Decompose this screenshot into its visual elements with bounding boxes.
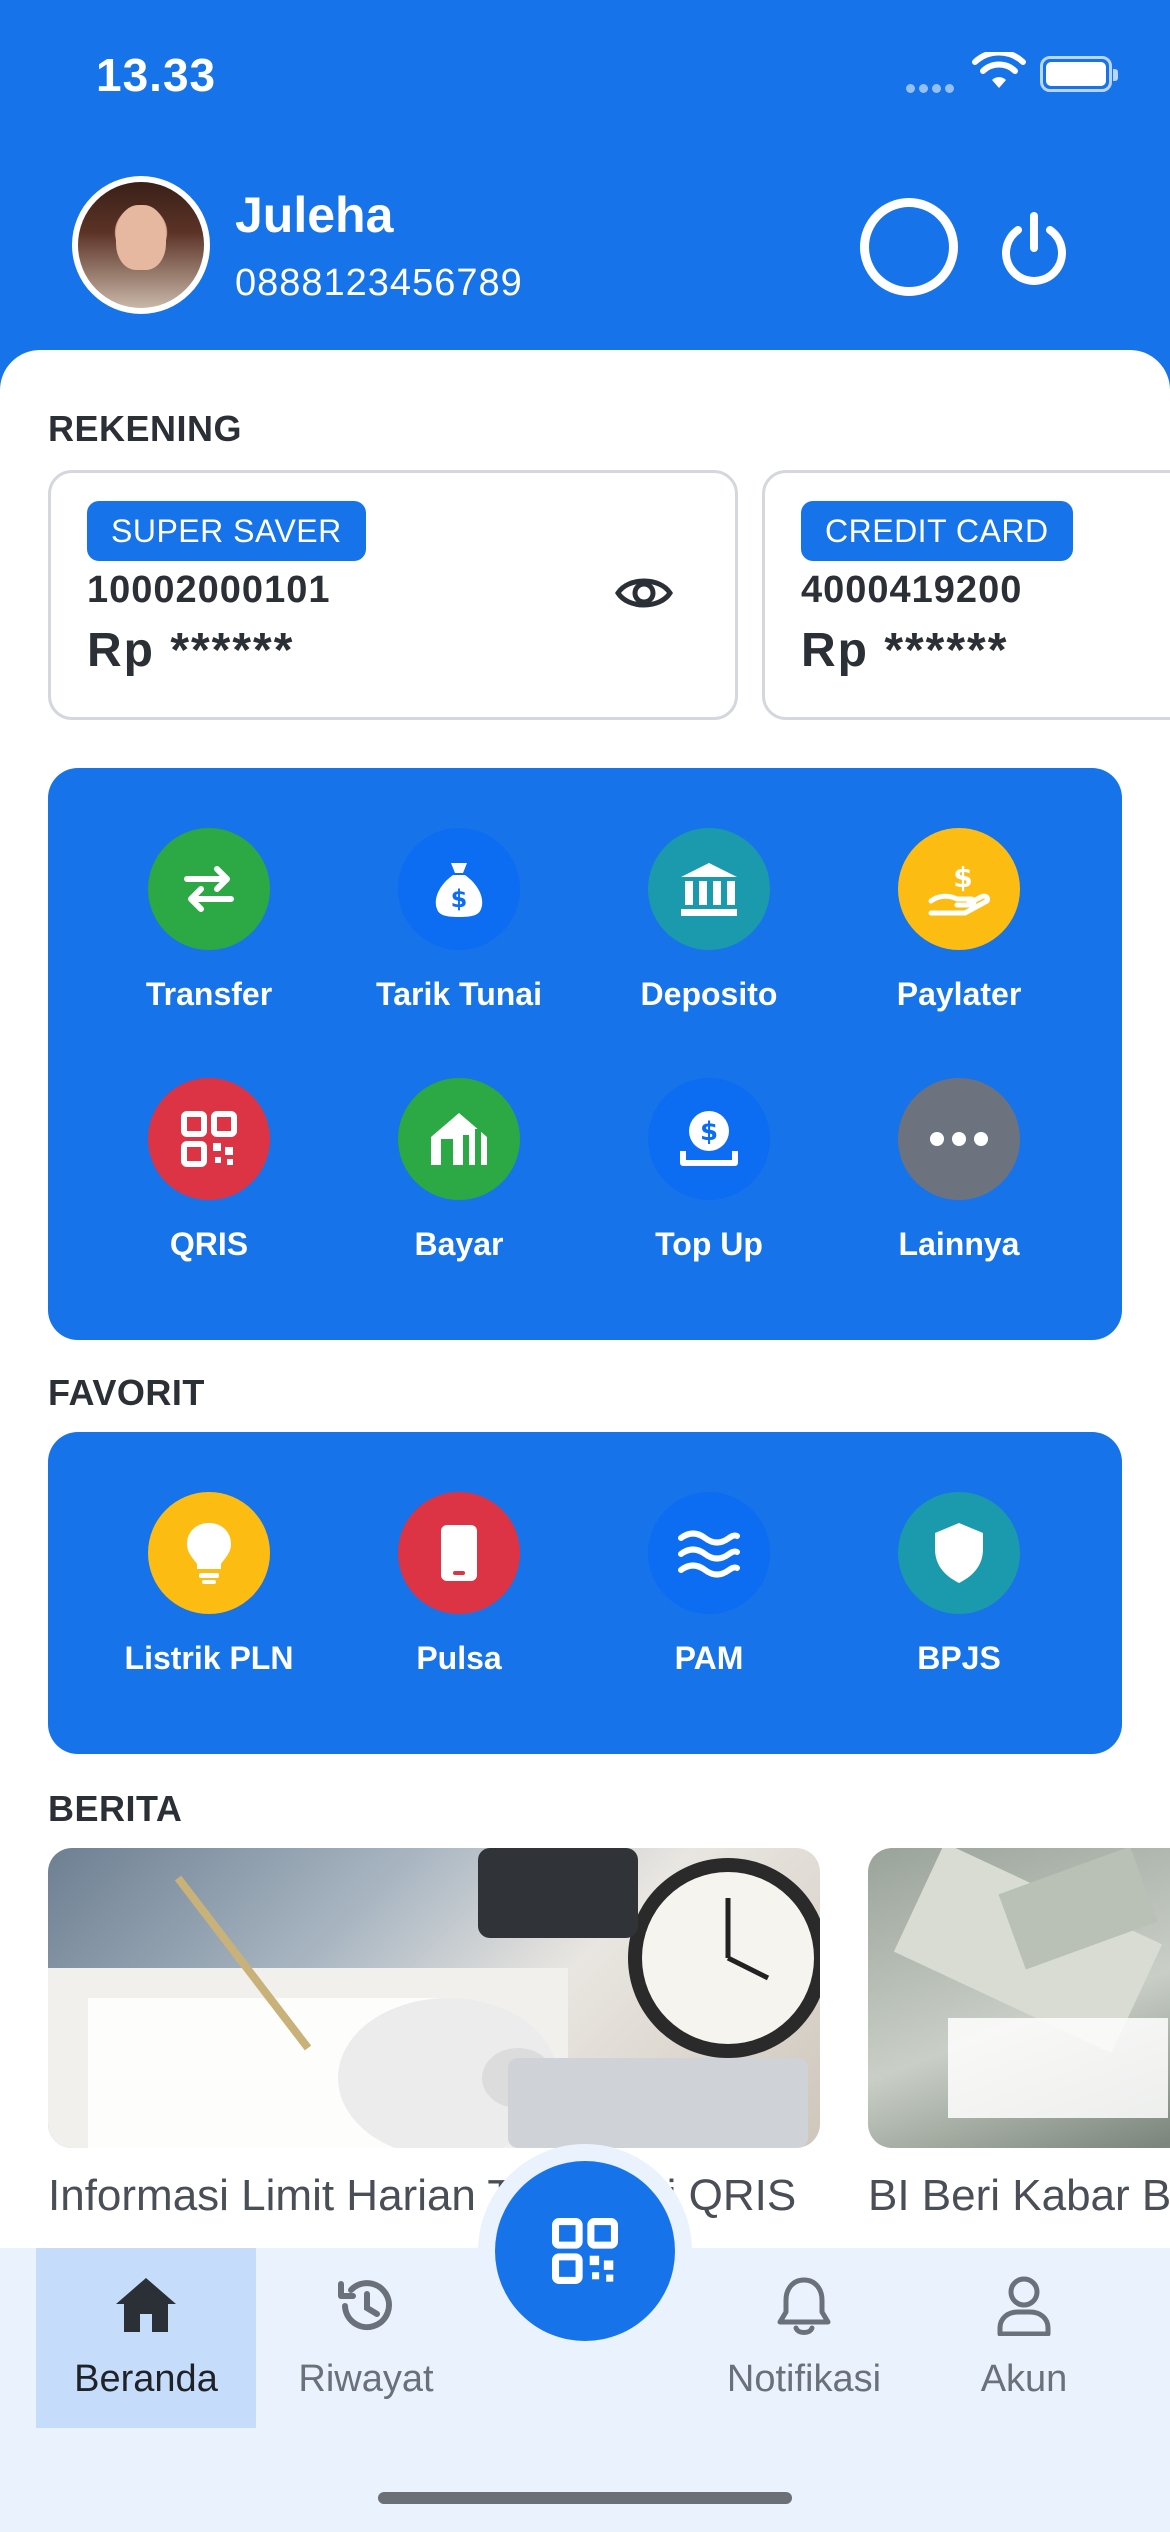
menu-qris[interactable]: QRIS [84, 1078, 334, 1263]
account-balance: Rp ****** [801, 624, 1009, 677]
menu-label: Top Up [655, 1226, 763, 1262]
home-indicator[interactable] [378, 2492, 792, 2504]
svg-text:$: $ [953, 861, 972, 894]
nav-akun[interactable]: Akun [914, 2248, 1134, 2428]
news-card[interactable]: Informasi Limit Harian Transaksi QRIS [48, 1848, 820, 2220]
menu-label: Paylater [896, 976, 1022, 1012]
favorite-label: PAM [674, 1640, 744, 1676]
favorite-pulsa[interactable]: Pulsa [334, 1492, 584, 1677]
user-icon [914, 2276, 1134, 2336]
menu-label: Transfer [145, 976, 273, 1012]
svg-text:$: $ [451, 885, 468, 913]
coin-topup-icon: $ [648, 1078, 770, 1200]
main-menu-panel: Transfer $ Tarik Tunai Deposito $ Paylat… [48, 768, 1122, 1340]
status-time: 13.33 [96, 49, 217, 101]
transfer-arrows-icon [148, 828, 270, 950]
qr-code-icon [148, 1078, 270, 1200]
avatar[interactable] [72, 176, 210, 314]
wifi-icon [972, 52, 1026, 88]
menu-label: Bayar [414, 1226, 504, 1262]
account-balance: Rp ****** [87, 624, 295, 677]
menu-deposito[interactable]: Deposito [584, 828, 834, 1013]
menu-paylater[interactable]: $ Paylater [834, 828, 1084, 1013]
nav-riwayat[interactable]: Riwayat [256, 2248, 476, 2428]
menu-tarik-tunai[interactable]: $ Tarik Tunai [334, 828, 584, 1013]
news-image [868, 1848, 1170, 2148]
account-type-badge: CREDIT CARD [801, 501, 1073, 561]
hand-dollar-icon: $ [898, 828, 1020, 950]
menu-label: Lainnya [898, 1226, 1020, 1262]
battery-icon [1040, 56, 1118, 92]
avatar-photo [78, 182, 204, 308]
bank-icon [648, 828, 770, 950]
nav-label: Akun [980, 2358, 1068, 2400]
menu-transfer[interactable]: Transfer [84, 828, 334, 1013]
nav-label: Riwayat [298, 2358, 434, 2400]
nav-beranda[interactable]: Beranda [36, 2248, 256, 2428]
account-type-badge: SUPER SAVER [87, 501, 366, 561]
ring-button[interactable] [860, 198, 958, 296]
power-icon[interactable] [994, 210, 1074, 290]
menu-bayar[interactable]: Bayar [334, 1078, 584, 1263]
eye-icon[interactable] [614, 571, 674, 615]
qr-code-icon [552, 2218, 618, 2284]
menu-label: QRIS [169, 1226, 249, 1262]
phone-icon [398, 1492, 520, 1614]
user-name: Juleha [235, 187, 394, 243]
menu-top-up[interactable]: $ Top Up [584, 1078, 834, 1263]
favorite-listrik-pln[interactable]: Listrik PLN [84, 1492, 334, 1677]
news-image [48, 1848, 820, 2148]
home-icon [36, 2276, 256, 2334]
shield-icon [898, 1492, 1020, 1614]
section-title-news: BERITA [48, 1788, 183, 1829]
nav-label: Beranda [74, 2358, 218, 2400]
favorites-panel: Listrik PLN Pulsa PAM BPJS [48, 1432, 1122, 1754]
user-phone: 0888123456789 [235, 262, 523, 304]
account-card[interactable]: SUPER SAVER 10002000101 Rp ****** [48, 470, 738, 720]
menu-label: Deposito [640, 976, 778, 1012]
nav-notifikasi[interactable]: Notifikasi [694, 2248, 914, 2428]
more-dots-icon [898, 1078, 1020, 1200]
news-card[interactable]: BI Beri Kabar Baik, Putaran 4 Sela [868, 1848, 1170, 2248]
favorite-label: Pulsa [416, 1640, 502, 1676]
account-number: 4000419200 [801, 569, 1023, 611]
signal-dots-icon [906, 80, 960, 93]
news-title: BI Beri Kabar Baik, Putaran 4 Sela [868, 2171, 1170, 2220]
section-title-favorites: FAVORIT [48, 1372, 205, 1413]
favorite-pam[interactable]: PAM [584, 1492, 834, 1677]
account-card[interactable]: CREDIT CARD 4000419200 Rp ****** [762, 470, 1170, 720]
favorite-label: Listrik PLN [124, 1640, 294, 1676]
status-bar: 13.33 [0, 0, 1170, 150]
menu-lainnya[interactable]: Lainnya [834, 1078, 1084, 1263]
lightbulb-icon [148, 1492, 270, 1614]
bell-icon [694, 2276, 914, 2336]
house-icon [398, 1078, 520, 1200]
water-waves-icon [648, 1492, 770, 1614]
profile-header: Juleha 0888123456789 [0, 170, 1170, 320]
scan-qr-button[interactable] [495, 2161, 675, 2341]
account-number: 10002000101 [87, 569, 331, 611]
favorite-label: BPJS [917, 1640, 1001, 1676]
history-icon [256, 2276, 476, 2336]
svg-text:$: $ [700, 1117, 718, 1147]
nav-label: Notifikasi [726, 2358, 882, 2400]
section-title-accounts: REKENING [48, 408, 243, 449]
menu-label: Tarik Tunai [376, 976, 542, 1012]
favorite-bpjs[interactable]: BPJS [834, 1492, 1084, 1677]
money-bag-icon: $ [398, 828, 520, 950]
